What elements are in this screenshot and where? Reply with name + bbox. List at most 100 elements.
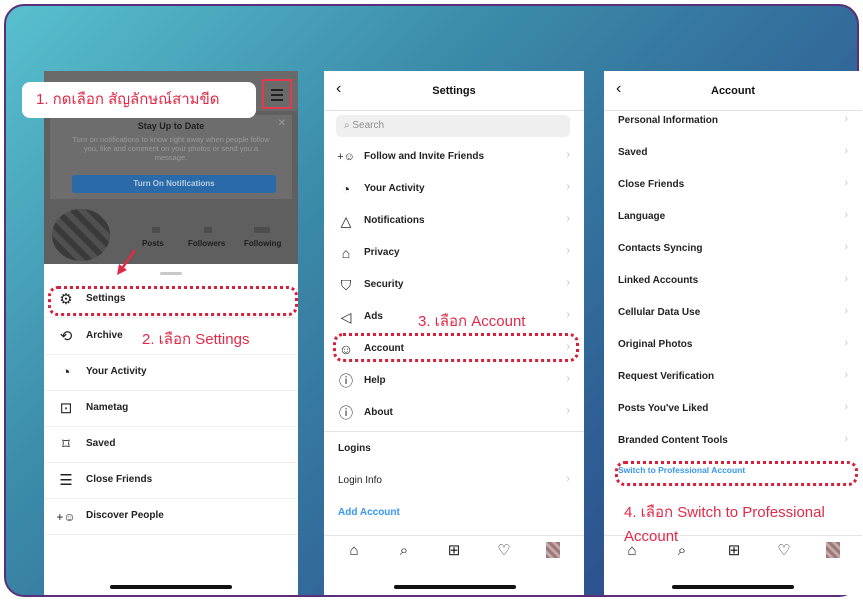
account-item-label: Request Verification: [618, 371, 715, 382]
profile-avatar[interactable]: [826, 542, 840, 558]
search-icon[interactable]: ⌕: [394, 541, 414, 561]
home-indicator: [394, 585, 516, 589]
account-item-label: Contacts Syncing: [618, 243, 703, 254]
chevron-right-icon: ›: [566, 245, 570, 257]
settings-item-label: Security: [364, 279, 404, 290]
profile-avatar[interactable]: [546, 542, 560, 558]
hamburger-menu-button[interactable]: [262, 79, 292, 109]
home-indicator: [672, 585, 794, 589]
settings-item-label: Ads: [364, 311, 383, 322]
account-item-label: Personal Information: [618, 115, 719, 126]
account-item-label: Close Friends: [618, 179, 685, 190]
page-title: Settings: [432, 85, 476, 97]
search-input[interactable]: ⌕ Search: [336, 115, 570, 137]
chevron-right-icon: ›: [844, 401, 848, 413]
account-item-request-verification[interactable]: Request Verification ›: [604, 361, 862, 393]
home-icon[interactable]: ⌂: [344, 541, 364, 561]
banner-description: Turn on notifications to know right away…: [72, 135, 270, 162]
chevron-right-icon: ›: [566, 473, 570, 485]
close-friends-icon: ☰: [59, 472, 73, 489]
account-item-label: Branded Content Tools: [618, 435, 728, 446]
settings-item-label: Your Activity: [364, 183, 425, 194]
settings-item-label: Help: [364, 375, 386, 386]
menu-item-label: Your Activity: [86, 366, 147, 377]
chevron-right-icon: ›: [844, 305, 848, 317]
heart-icon[interactable]: ♡: [494, 541, 514, 561]
menu-item-nametag[interactable]: ⊡ Nametag: [44, 391, 298, 427]
settings-item-login-info[interactable]: Login Info ›: [324, 465, 584, 497]
account-item-linked-accounts[interactable]: Linked Accounts ›: [604, 265, 862, 297]
shield-icon: ⛉: [340, 277, 352, 293]
pointer-arrow-icon: [117, 249, 137, 275]
account-item-label: Saved: [618, 147, 648, 158]
add-account-link[interactable]: Add Account: [324, 497, 584, 529]
section-divider: [324, 431, 584, 432]
account-item-label: Posts You've Liked: [618, 403, 709, 414]
follow-icon: +☺: [337, 151, 355, 163]
posts-label[interactable]: Posts: [142, 239, 164, 248]
menu-item-discover-people[interactable]: +☺ Discover People: [44, 499, 298, 535]
followers-label[interactable]: Followers: [188, 239, 225, 248]
step1-callout: 1. กดเลือก สัญลักษณ์สามขีด: [22, 82, 256, 118]
followers-count: [204, 227, 212, 233]
settings-item-security[interactable]: ⛉ Security ›: [324, 269, 584, 301]
close-icon[interactable]: ✕: [278, 118, 286, 129]
discover-people-icon: +☺: [56, 510, 76, 524]
menu-item-your-activity[interactable]: ◔ Your Activity: [44, 355, 298, 391]
nametag-icon: ⊡: [59, 400, 73, 417]
logins-header: Logins: [324, 433, 584, 465]
account-item-contacts-syncing[interactable]: Contacts Syncing ›: [604, 233, 862, 265]
add-icon[interactable]: ⊞: [724, 541, 744, 561]
settings-item-about[interactable]: ⓘ About ›: [324, 397, 584, 429]
search-placeholder: Search: [352, 120, 385, 131]
account-item-original-photos[interactable]: Original Photos ›: [604, 329, 862, 361]
account-item-cellular-data-use[interactable]: Cellular Data Use ›: [604, 297, 862, 329]
account-item-label: Language: [618, 211, 666, 222]
chevron-right-icon: ›: [566, 309, 570, 321]
add-account-label: Add Account: [338, 507, 400, 518]
sheet-handle[interactable]: [160, 272, 182, 275]
settings-item-label: Follow and Invite Friends: [364, 151, 485, 162]
settings-item-help[interactable]: ⓘ Help ›: [324, 365, 584, 397]
account-item-posts-liked[interactable]: Posts You've Liked ›: [604, 393, 862, 425]
banner-title: Stay Up to Date: [137, 121, 205, 131]
menu-item-close-friends[interactable]: ☰ Close Friends: [44, 463, 298, 499]
step3-label: 3. เลือก Account: [418, 313, 526, 330]
chevron-right-icon: ›: [844, 273, 848, 285]
account-item-personal-information[interactable]: Personal Information ›: [604, 105, 862, 137]
settings-item-privacy[interactable]: ⌂ Privacy ›: [324, 237, 584, 269]
saved-icon: ⌑: [62, 436, 70, 453]
menu-line-icon: [271, 99, 283, 101]
chevron-right-icon: ›: [566, 373, 570, 385]
lock-icon: ⌂: [341, 245, 351, 261]
tab-bar: ⌂ ⌕ ⊞ ♡: [324, 535, 584, 565]
following-count: [254, 227, 270, 233]
settings-item-label: Privacy: [364, 247, 400, 258]
account-item-language[interactable]: Language ›: [604, 201, 862, 233]
chevron-right-icon: ›: [566, 277, 570, 289]
add-icon[interactable]: ⊞: [444, 541, 464, 561]
settings-item-follow-invite[interactable]: +☺ Follow and Invite Friends ›: [324, 141, 584, 173]
menu-item-label: Discover People: [86, 510, 164, 521]
menu-item-label: Saved: [86, 438, 116, 449]
step4-label-line2: Account: [624, 528, 679, 545]
settings-item-your-activity[interactable]: ◔ Your Activity ›: [324, 173, 584, 205]
following-label[interactable]: Following: [244, 239, 281, 248]
settings-item-notifications[interactable]: △ Notifications ›: [324, 205, 584, 237]
activity-icon: ◔: [61, 364, 71, 381]
megaphone-icon: ◁: [340, 309, 352, 325]
menu-item-saved[interactable]: ⌑ Saved: [44, 427, 298, 463]
notification-banner: Stay Up to Date Turn on notifications to…: [50, 115, 292, 199]
heart-icon[interactable]: ♡: [774, 541, 794, 561]
highlight-account: [333, 333, 579, 362]
avatar[interactable]: [52, 209, 110, 261]
account-item-branded-content-tools[interactable]: Branded Content Tools ›: [604, 425, 862, 457]
chevron-right-icon: ›: [844, 145, 848, 157]
menu-line-icon: [271, 94, 283, 96]
account-item-close-friends[interactable]: Close Friends ›: [604, 169, 862, 201]
settings-item-label: Login Info: [338, 475, 382, 486]
turn-on-notifications-button[interactable]: Turn On Notifications: [72, 175, 276, 193]
account-item-saved[interactable]: Saved ›: [604, 137, 862, 169]
section-title: Logins: [338, 443, 371, 454]
activity-icon: ◔: [341, 181, 351, 197]
